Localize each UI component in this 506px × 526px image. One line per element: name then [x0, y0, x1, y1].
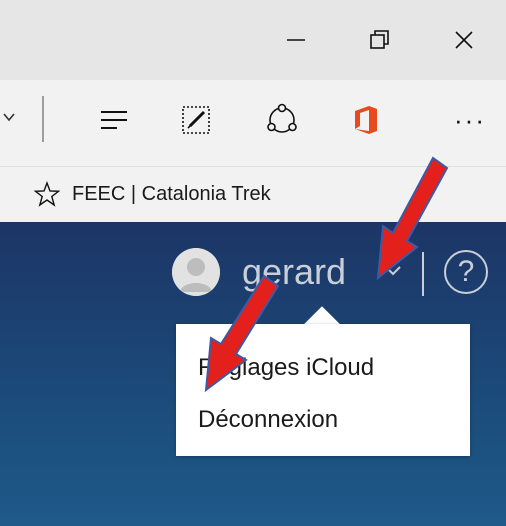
restore-button[interactable]: [338, 0, 422, 80]
menu-item-sign-out[interactable]: Déconnexion: [198, 406, 338, 434]
avatar: [172, 248, 220, 296]
office-icon: [355, 106, 377, 134]
close-button[interactable]: [422, 0, 506, 80]
more-button[interactable]: ···: [440, 88, 500, 152]
more-icon: ···: [454, 104, 486, 135]
hub-button[interactable]: [84, 88, 144, 152]
favorite-link[interactable]: FEEC | Catalonia Trek: [34, 174, 271, 214]
header-divider: [422, 252, 424, 296]
toolbar-divider: [42, 96, 44, 142]
star-icon: [34, 181, 60, 207]
office-button[interactable]: [336, 88, 396, 152]
web-note-button[interactable]: [166, 88, 226, 152]
user-silhouette-icon: [172, 248, 220, 296]
help-button[interactable]: ?: [444, 250, 488, 294]
menu-item-icloud-settings[interactable]: Réglages iCloud: [198, 354, 374, 382]
hub-icon: [101, 111, 127, 129]
minimize-button[interactable]: [254, 0, 338, 80]
favorite-label: FEEC | Catalonia Trek: [72, 182, 271, 205]
account-menu-trigger[interactable]: [172, 248, 220, 296]
close-icon: [455, 31, 473, 49]
chevron-down-icon[interactable]: [382, 260, 404, 282]
account-dropdown: Réglages iCloud Déconnexion: [176, 324, 470, 456]
minimize-icon: [287, 39, 305, 41]
restore-icon: [370, 30, 389, 49]
share-button[interactable]: [252, 88, 312, 152]
user-name[interactable]: gerard: [242, 248, 346, 296]
share-icon: [267, 103, 297, 133]
browser-window: ··· FEEC | Catalonia Trek gerard ? Régla…: [0, 0, 506, 526]
chevron-down-icon[interactable]: [2, 110, 16, 124]
web-note-icon: [182, 106, 210, 134]
